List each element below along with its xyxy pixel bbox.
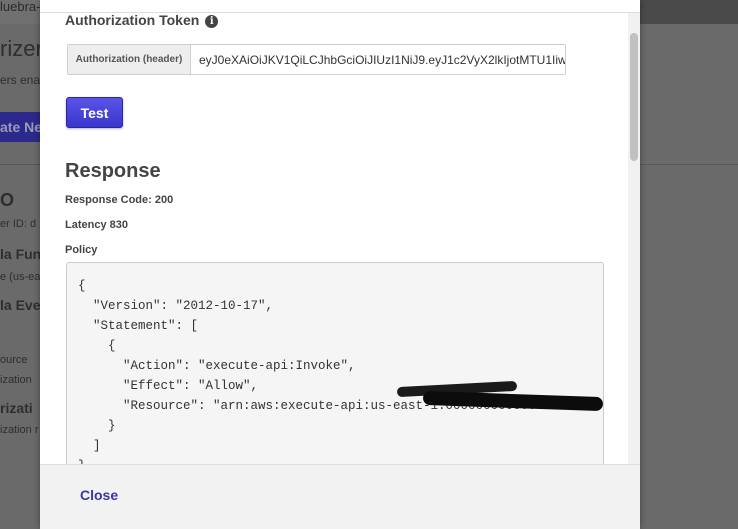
background-authorization-heading: rizati (0, 400, 33, 416)
info-icon[interactable]: i (205, 15, 219, 28)
authorization-token-group: Authorization (header) (67, 44, 566, 75)
background-divider-right (640, 164, 738, 165)
close-button[interactable]: Close (80, 487, 118, 503)
background-lambda-function: la Fun (0, 246, 40, 262)
background-heading: rizer (0, 36, 40, 61)
background-authorization-detail: ization r (0, 424, 39, 436)
policy-json: { "Version": "2012-10-17", "Statement": … (78, 279, 551, 464)
modal-scrollbar[interactable] (628, 13, 640, 464)
background-divider (0, 164, 40, 165)
response-heading: Response (65, 160, 161, 182)
policy-output[interactable]: { "Version": "2012-10-17", "Statement": … (66, 262, 604, 464)
background-id: er ID: d (0, 218, 37, 230)
background-lambda-event: la Eve (0, 297, 40, 313)
modal-body: Authorization Token i Authorization (head… (40, 0, 628, 464)
authorization-token-title: Authorization Token (65, 12, 200, 28)
background-authorization: ization (0, 374, 32, 386)
scrollbar-thumb[interactable] (630, 33, 638, 161)
test-button[interactable]: Test (66, 97, 123, 128)
background-id-heading: O (0, 190, 15, 210)
background-description: ers ena (0, 73, 40, 87)
authorization-token-input[interactable] (191, 45, 565, 74)
latency: Latency 830 (65, 219, 128, 231)
background-create-button: ate Ne (0, 112, 44, 142)
background-region: e (us-ea (0, 271, 40, 283)
response-code: Response Code: 200 (65, 194, 174, 206)
policy-label: Policy (65, 244, 98, 256)
test-authorizer-modal: Authorization Token i Authorization (head… (40, 0, 640, 529)
authorization-token-heading: Authorization Token i (65, 12, 219, 28)
modal-footer: Close (40, 464, 640, 529)
authorization-header-label: Authorization (header) (68, 45, 191, 74)
background-source: ource (0, 354, 28, 366)
